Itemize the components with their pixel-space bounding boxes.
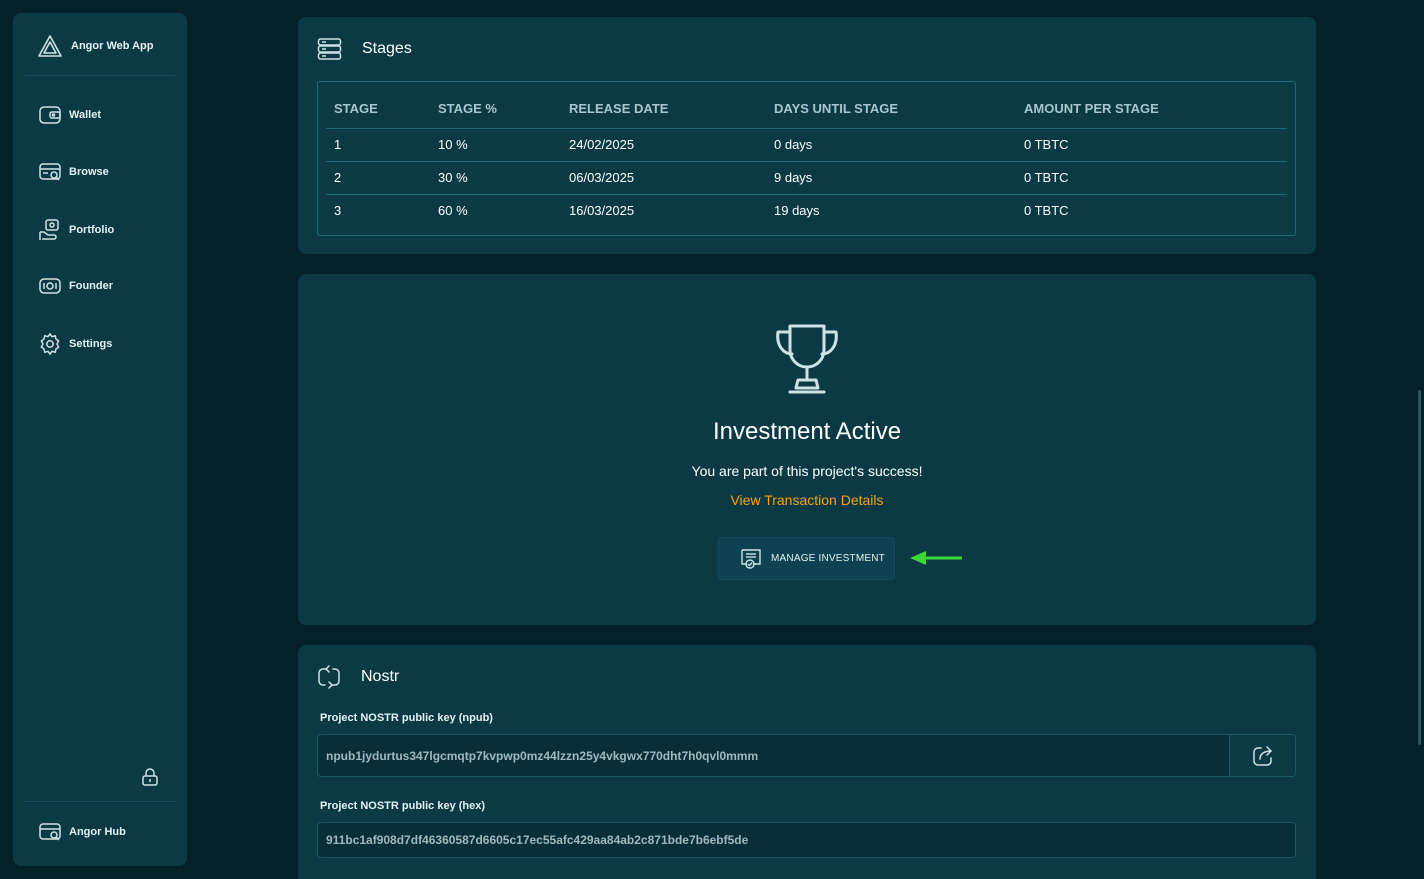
table-cell: 30 % [430,161,561,195]
manage-investment-button[interactable]: MANAGE INVESTMENT [718,537,895,580]
gear-icon [38,332,62,356]
table-cell: 3 [334,203,342,219]
share-button[interactable] [1229,735,1295,776]
npub-label: Project NOSTR public key (npub) [320,712,493,724]
view-transaction-wrap: View Transaction Details [298,492,1316,510]
column-header: AMOUNT PER STAGE [1016,90,1287,129]
stages-card: Stages STAGE STAGE % RELEASE DATE DAYS U… [298,17,1316,254]
hex-label: Project NOSTR public key (hex) [320,800,486,812]
column-header: RELEASE DATE [561,90,766,129]
share-icon [1251,744,1275,768]
hex-value: 911bc1af908d7df46360587d6605c17ec55afc42… [326,833,749,847]
sidebar-item-settings[interactable]: Settings [38,332,112,356]
hub-icon [38,821,62,843]
brand-label: Angor Web App [71,40,154,52]
sidebar: Angor Web App Wallet Browse Portfolio Fo… [13,13,187,866]
founder-icon [38,275,62,297]
table-cell: 06/03/2025 [561,161,766,195]
trophy-icon [770,322,844,396]
view-transaction-link[interactable]: View Transaction Details [730,492,883,508]
investment-card: Investment Active You are part of this p… [298,274,1316,625]
sidebar-item-label: Settings [69,338,113,350]
sidebar-item-label: Founder [69,280,113,292]
sidebar-item-label: Portfolio [69,224,115,236]
table-header-row: STAGE STAGE % RELEASE DATE DAYS UNTIL ST… [326,90,1287,129]
stages-title: Stages [362,40,412,57]
sidebar-footer-label: Angor Hub [69,826,126,838]
table-cell: 0 TBTC [1016,128,1287,162]
nostr-header: Nostr [317,665,399,689]
trophy-wrap [298,322,1316,401]
npub-field[interactable]: npub1jydurtus347lgcmqtp7kvpwp0mz44lzzn25… [317,734,1296,777]
column-header: STAGE [326,90,430,129]
stages-header: Stages [317,37,412,61]
refresh-icon [317,665,341,689]
stages-table-wrapper: STAGE STAGE % RELEASE DATE DAYS UNTIL ST… [317,81,1296,236]
divider [25,75,175,76]
table-cell: 10 % [430,128,561,162]
sidebar-item-angor-hub[interactable]: Angor Hub [38,821,126,843]
hex-field[interactable]: 911bc1af908d7df46360587d6605c17ec55afc42… [317,822,1296,858]
scrollbar[interactable] [1418,390,1421,745]
investment-subtitle: You are part of this project's success! [691,463,923,479]
certificate-icon [739,547,763,571]
arrow-annotation-icon [910,551,962,570]
npub-value: npub1jydurtus347lgcmqtp7kvpwp0mz44lzzn25… [326,748,759,763]
table-cell: 0 TBTC [1024,203,1069,219]
wallet-icon [38,104,62,126]
table-row: 1 10 % 24/02/2025 0 days 0 TBTC [326,128,1287,162]
table-cell: 19 days [774,203,820,219]
server-stack-icon [317,37,342,61]
lock-icon[interactable] [140,767,160,792]
table-cell: 24/02/2025 [561,128,766,162]
column-header: STAGE % [430,90,561,129]
angor-logo-icon [37,33,63,59]
browse-icon [38,161,62,183]
portfolio-icon [38,218,62,242]
table-cell: 0 TBTC [1016,161,1287,195]
table-row: 2 30 % 06/03/2025 9 days 0 TBTC [326,161,1287,195]
table-cell: 60 % [438,203,468,219]
sidebar-item-label: Wallet [69,109,101,121]
table-row: 3 60 % 16/03/2025 19 days 0 TBTC [326,194,1287,227]
table-cell: 9 days [766,161,1016,195]
table-cell: 1 [326,128,430,162]
divider [25,801,175,802]
table-cell: 0 days [766,128,1016,162]
table-cell: 2 [326,161,430,195]
sidebar-item-wallet[interactable]: Wallet [38,104,101,126]
investment-title: Investment Active [712,418,902,445]
sidebar-item-founder[interactable]: Founder [38,275,113,297]
stages-table: STAGE STAGE % RELEASE DATE DAYS UNTIL ST… [326,90,1287,227]
column-header: DAYS UNTIL STAGE [766,90,1016,129]
nostr-title: Nostr [361,668,400,685]
sidebar-item-portfolio[interactable]: Portfolio [38,218,114,242]
brand[interactable]: Angor Web App [37,33,154,59]
sidebar-item-label: Browse [69,166,109,178]
sidebar-item-browse[interactable]: Browse [38,161,109,183]
manage-investment-label: MANAGE INVESTMENT [771,553,885,564]
table-cell: 16/03/2025 [569,203,635,219]
nostr-card: Nostr Project NOSTR public key (npub) np… [298,645,1316,879]
